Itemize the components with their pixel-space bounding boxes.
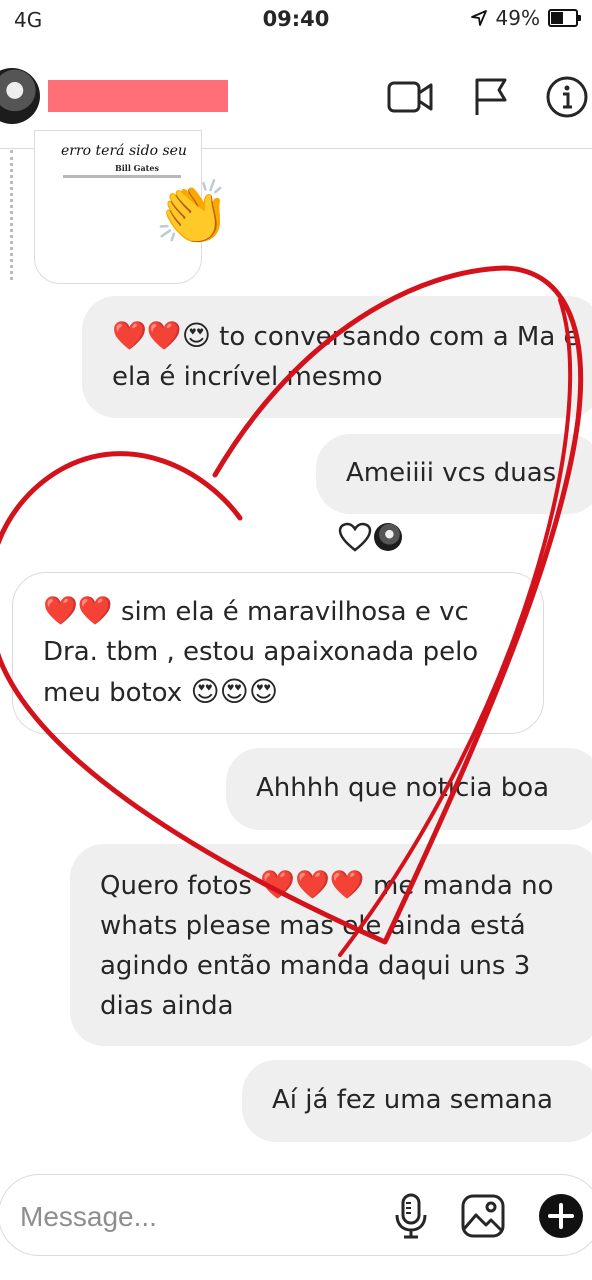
post-quote: erro terá sido seu [61,143,187,159]
hearts-emoji: ❤️❤️😍 [112,319,211,352]
avatar[interactable] [0,68,40,124]
status-right: 49% [470,6,581,30]
thread-divider [10,150,15,280]
message-text: Ahhhh que notícia boa [256,773,550,803]
location-arrow-icon [470,10,487,26]
flag-icon [475,78,507,115]
plus-icon [539,1194,583,1238]
message-bubble-5[interactable]: Quero fotos ❤️❤️❤️ me manda no whats ple… [70,844,592,1046]
battery-percentage: 49% [495,6,540,30]
message-bubble-3[interactable]: ❤️❤️ sim ela é maravilhosa e vc Dra. tbm… [12,572,544,734]
clapping-hands-emoji: 👏 [154,176,232,249]
message-bubble-1[interactable]: ❤️❤️😍 to conversando com a Ma e ela é in… [82,296,592,418]
details-button[interactable] [542,72,592,122]
microphone-icon [395,1193,427,1239]
info-icon [546,76,588,118]
message-bubble-6[interactable]: Aí já fez uma semana [242,1060,592,1142]
message-input[interactable] [18,1198,352,1236]
hearts-emoji: ❤️❤️❤️ [260,868,365,901]
voice-message-button[interactable] [388,1190,434,1242]
message-bubble-2[interactable]: Ameiiii vcs duas [316,434,592,514]
status-bar: 4G 09:40 49% [0,0,592,40]
video-call-button[interactable] [386,72,436,122]
message-text: Aí já fez uma semana [272,1085,553,1115]
battery-icon [548,9,581,27]
message-text: Ameiiii vcs duas [346,458,557,488]
hearts-emoji: ❤️❤️ [43,594,113,627]
more-options-button[interactable] [538,1190,584,1242]
heart-eyes-emoji: 😍😍😍 [190,675,279,708]
gallery-button[interactable] [460,1190,506,1242]
post-author: Bill Gates [115,163,159,173]
image-icon [461,1194,505,1238]
message-text: Quero fotos [100,871,261,901]
heart-outline-icon [338,522,372,552]
reaction-avatar [374,523,402,551]
message-reactions[interactable] [338,522,402,552]
video-camera-icon [387,81,433,113]
message-bubble-4[interactable]: Ahhhh que notícia boa [226,748,592,830]
redacted-username[interactable] [48,80,228,112]
report-button[interactable] [466,72,516,122]
